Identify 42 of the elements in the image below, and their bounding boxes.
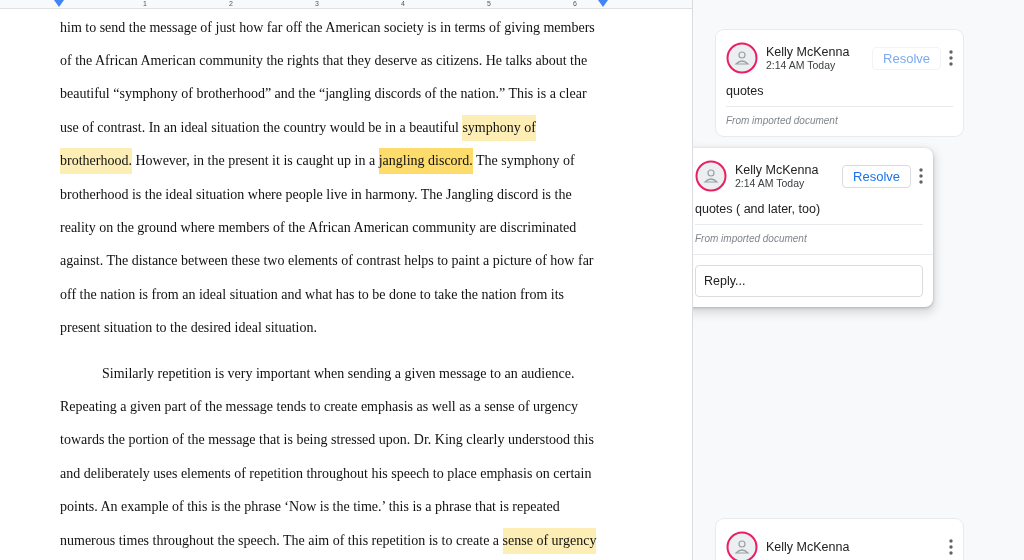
text-line: beautiful “symphony of brotherhood” and the “jangling discords of the nation.” This is a clear: [60, 85, 587, 104]
comment-card[interactable]: Kelly McKenna: [716, 519, 963, 560]
text-line: Repeating a given part of the message tends to create emphasis as well as a sense of urgency: [60, 398, 578, 416]
text-line: towards the portion of the message that is being stressed upon. Dr. King clearly understood this: [60, 431, 594, 450]
more-options-icon[interactable]: [949, 539, 953, 555]
comment-time: 2:14 AM Today: [735, 177, 806, 189]
text-line: of the African American community the rights that they deserve as citizens. He talks about the: [60, 52, 588, 71]
comment-note: From imported document: [695, 224, 923, 244]
comment-text: quotes ( and later, too): [695, 202, 822, 216]
more-options-icon[interactable]: [949, 50, 953, 66]
margin-marker-icon[interactable]: [54, 0, 64, 7]
text-line: brotherhood is the ideal situation where people live in harmony. The Jangling discord is the: [60, 185, 572, 204]
highlighted-text: symphony of: [462, 114, 536, 141]
text-line: reality on the ground where members of the African American community are discriminated: [60, 219, 577, 238]
comment-author: Kelly McKenna: [766, 540, 851, 554]
margin-marker-icon[interactable]: [598, 0, 608, 7]
reply-field[interactable]: Reply...: [695, 265, 923, 297]
comment-card[interactable]: Kelly McKenna 2:14 AM Today Resolve quotes ( and later, too) From imported document Reply...: [693, 148, 933, 307]
text-line: present situation to the desired ideal situation.: [60, 319, 317, 338]
text-line: him to send the message of just how far off the American society is in terms of giving members: [60, 18, 595, 37]
resolve-button[interactable]: Resolve: [842, 164, 911, 188]
text-line: off the nation is from an ideal situation and what has to be done to take the nation from its: [60, 285, 564, 304]
text-line: use of contrast. In an ideal situation the country would be in a beautiful: [60, 118, 460, 137]
avatar-icon: [726, 42, 758, 74]
text-line: points. An example of this is the phrase ‘Now is the time.’ this is a phrase that is repeated: [60, 498, 560, 517]
comment-time: 2:14 AM Today: [766, 59, 837, 71]
avatar-icon: [695, 160, 727, 192]
highlighted-text: sense of urgency: [502, 527, 597, 554]
comment-note: From imported document: [726, 106, 953, 126]
more-options-icon[interactable]: [919, 168, 923, 184]
text-line: However, in the present it is caught up in a: [134, 152, 377, 171]
highlighted-text: brotherhood.: [60, 148, 132, 175]
text-line: The symphony of: [475, 152, 575, 171]
comment-text: quotes: [726, 84, 765, 98]
text-line: numerous times throughout the speech. The aim of this repetition is to create a: [60, 531, 501, 550]
comment-author: Kelly McKenna: [766, 45, 851, 59]
text-line: against. The distance between these two elements of contrast helps to paint a picture of how far: [60, 252, 594, 271]
comment-author: Kelly McKenna: [735, 163, 820, 177]
text-line: Similarly repetition is very important when sending a given message to an audience.: [102, 364, 575, 383]
avatar-icon: [726, 531, 758, 560]
comment-card[interactable]: Kelly McKenna 2:14 AM Today Resolve quotes From imported document: [716, 30, 963, 136]
text-line: and deliberately uses elements of repetition throughout his speech to place emphasis on certain: [60, 464, 592, 483]
